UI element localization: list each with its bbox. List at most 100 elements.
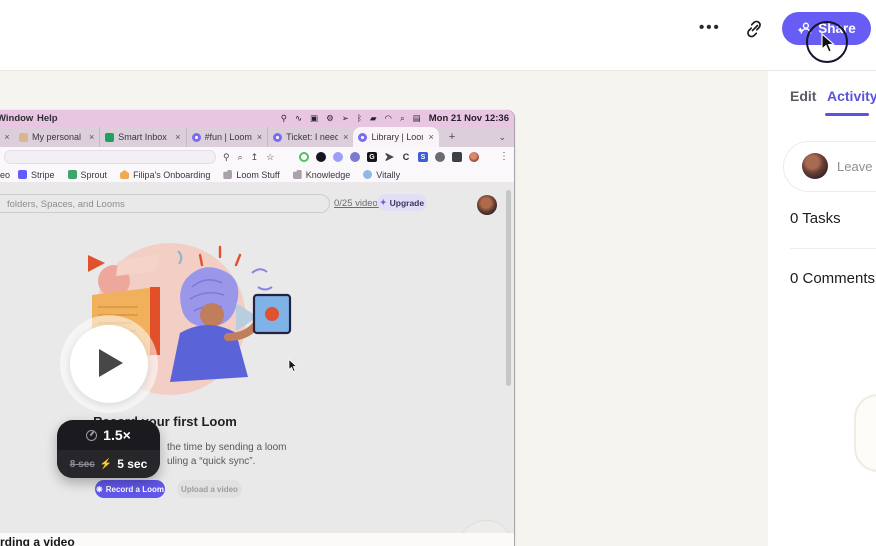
send-icon[interactable]: ➢: [342, 114, 349, 123]
voice-search-icon[interactable]: ⚲: [223, 153, 230, 162]
tab-search-chevron-icon[interactable]: ⌄: [498, 132, 506, 143]
extension-icon[interactable]: [384, 152, 394, 162]
bluetooth-icon[interactable]: ᛒ: [357, 114, 362, 123]
menu-help[interactable]: Help: [37, 113, 58, 124]
loom-favicon: [273, 133, 282, 142]
record-a-loom-button[interactable]: ❋ Record a Loom: [95, 480, 165, 498]
video-player[interactable]: Window Help ⚲ ∿ ▣ ⚙ ➢ ᛒ ▰ ◠ ⌕ ▤ Mon 21 N…: [0, 110, 514, 546]
empty-state-text-line1: the time by sending a loom: [167, 442, 287, 453]
speedometer-icon: [86, 430, 97, 441]
tab-edit[interactable]: Edit: [790, 88, 816, 104]
extension-icon[interactable]: S: [418, 152, 428, 162]
menubar-clock: Mon 21 Nov 12:36: [429, 113, 509, 124]
tab-activity[interactable]: Activity: [827, 88, 876, 104]
extension-icon[interactable]: [333, 152, 343, 162]
battery-icon[interactable]: ▰: [370, 114, 377, 123]
extension-icon[interactable]: C: [401, 152, 411, 162]
loom-search-input[interactable]: folders, Spaces, and Looms: [0, 194, 330, 213]
library-list-section: rding a video: [0, 533, 514, 546]
notes-favicon: [19, 133, 28, 142]
page-scrollbar[interactable]: [506, 190, 511, 386]
settings-icon[interactable]: ⚙: [326, 114, 334, 123]
comments-count: 0 Comments: [790, 270, 875, 287]
play-icon: [99, 349, 123, 377]
tab-my-personal[interactable]: My personal no ×: [14, 127, 99, 147]
share-page-icon[interactable]: ↥: [251, 153, 259, 162]
extension-icon[interactable]: [452, 152, 462, 162]
tab-close-icon[interactable]: ×: [343, 132, 348, 142]
activity-icon[interactable]: ∿: [295, 114, 302, 123]
loom-favicon: [358, 133, 367, 142]
upgrade-button[interactable]: ✦ Upgrade: [377, 194, 427, 211]
bookmark-item[interactable]: eo: [0, 170, 10, 180]
loom-record-icon: ❋: [96, 485, 103, 494]
tab-smart-inbox[interactable]: Smart Inbox | S ×: [99, 127, 185, 147]
tab-fun-loom[interactable]: #fun | Loom ×: [186, 127, 268, 147]
loom-library-page: folders, Spaces, and Looms 0/25 videos ✦…: [0, 183, 514, 546]
playback-speed-value: 1.5×: [103, 427, 131, 443]
tasks-count: 0 Tasks: [790, 210, 841, 227]
wifi-icon[interactable]: ◠: [385, 114, 392, 123]
browser-tabstrip: × My personal no × Smart Inbox | S × #fu…: [0, 127, 514, 147]
tab-close-icon[interactable]: ×: [0, 132, 14, 142]
toolbar-icons: ⚲ ⌕ ↥ ☆: [223, 147, 274, 167]
search-icon[interactable]: ⌕: [238, 153, 243, 162]
upload-a-video-button[interactable]: Upload a video: [177, 480, 242, 498]
spotlight-search-icon[interactable]: ⌕: [400, 114, 405, 123]
reactions-panel-edge: [854, 394, 876, 472]
sped-up-duration: 5 sec: [117, 457, 147, 471]
bookmark-star-icon[interactable]: ☆: [266, 153, 274, 162]
extensions-puzzle-icon[interactable]: [435, 152, 445, 162]
sprout-icon: [68, 170, 77, 179]
comment-placeholder: Leave a comment: [837, 159, 876, 174]
tab-close-icon[interactable]: ×: [175, 132, 180, 142]
address-bar[interactable]: [4, 150, 216, 164]
tab-close-icon[interactable]: ×: [89, 132, 94, 142]
bookmark-item[interactable]: Sprout: [68, 170, 108, 180]
tab-ticket[interactable]: Ticket: I need t ×: [267, 127, 353, 147]
user-avatar: [802, 153, 828, 179]
folder-icon: [223, 170, 232, 179]
menu-window[interactable]: Window: [0, 113, 33, 124]
browser-profile-avatar[interactable]: [469, 152, 479, 162]
active-tab-underline: [825, 113, 869, 116]
browser-menu-icon[interactable]: ⋮: [499, 151, 509, 162]
copy-link-icon[interactable]: [743, 18, 765, 40]
loom-profile-avatar[interactable]: [477, 195, 497, 215]
recorded-cursor: [288, 359, 298, 378]
tab-close-icon[interactable]: ×: [428, 132, 433, 142]
extension-icon[interactable]: [299, 152, 309, 162]
user-switch-icon[interactable]: ▤: [413, 114, 421, 123]
new-tab-button[interactable]: +: [449, 131, 455, 143]
more-options-button[interactable]: •••: [699, 19, 721, 36]
vitally-icon: [363, 170, 372, 179]
empty-state-text-line2: uling a “quick sync”.: [167, 456, 255, 467]
browser-toolbar: ⚲ ⌕ ↥ ☆ G C S ⋮: [0, 147, 514, 167]
bookmark-item[interactable]: Stripe: [18, 170, 55, 180]
extension-icon[interactable]: G: [367, 152, 377, 162]
bookmark-item[interactable]: Vitally: [363, 170, 400, 180]
videos-count[interactable]: 0/25 videos: [334, 198, 383, 209]
mouse-cursor: [821, 33, 836, 59]
original-duration: 8 sec: [70, 459, 95, 470]
page-header: ••• Share: [0, 0, 876, 71]
extension-icon[interactable]: [350, 152, 360, 162]
menubar-status-area: ⚲ ∿ ▣ ⚙ ➢ ᛒ ▰ ◠ ⌕ ▤ Mon 21 Nov 12:36: [281, 110, 509, 127]
tab-close-icon[interactable]: ×: [257, 132, 262, 142]
bookmark-item[interactable]: Filipa's Onboarding: [120, 170, 210, 180]
extension-icon[interactable]: [316, 152, 326, 162]
lightning-icon: ⚡: [100, 459, 112, 470]
onboarding-icon: [120, 170, 129, 179]
stripe-icon: [18, 170, 27, 179]
main-content: Window Help ⚲ ∿ ▣ ⚙ ➢ ᛒ ▰ ◠ ⌕ ▤ Mon 21 N…: [0, 71, 876, 546]
bookmark-folder[interactable]: Knowledge: [293, 170, 351, 180]
activity-sidebar: Edit Activity Leave a comment 0 Tasks 0 …: [768, 71, 876, 546]
display-icon[interactable]: ▣: [310, 114, 318, 123]
folder-icon: [293, 170, 302, 179]
speed-overlay: 1.5× 8 sec ⚡ 5 sec: [57, 420, 160, 478]
inbox-favicon: [105, 133, 114, 142]
sparkle-icon: ✦: [380, 198, 387, 207]
tab-library-active[interactable]: Library | Loom ×: [353, 127, 438, 147]
bookmark-folder[interactable]: Loom Stuff: [223, 170, 279, 180]
mic-icon[interactable]: ⚲: [281, 114, 287, 123]
